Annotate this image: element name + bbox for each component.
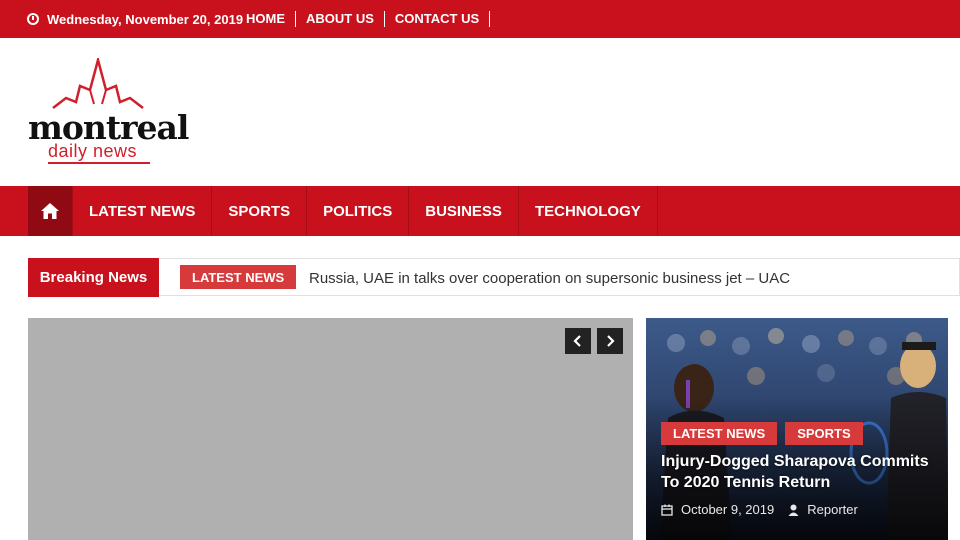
current-date: Wednesday, November 20, 2019 [27, 0, 243, 38]
article-date: October 9, 2019 [681, 502, 775, 517]
breaking-news-category[interactable]: LATEST NEWS [180, 265, 297, 289]
chevron-right-icon [607, 335, 615, 347]
top-bar: Wednesday, November 20, 2019 HOME ABOUT … [0, 0, 960, 38]
top-link-about[interactable]: ABOUT US [296, 11, 385, 27]
nav-item-technology[interactable]: TECHNOLOGY [519, 186, 658, 236]
featured-article[interactable]: LATEST NEWS SPORTS Injury-Dogged Sharapo… [646, 318, 948, 540]
top-link-contact[interactable]: CONTACT US [385, 11, 491, 27]
site-header: montreal daily news [0, 38, 960, 186]
clock-icon [27, 13, 39, 25]
slider-next-button[interactable] [597, 328, 623, 354]
article-author[interactable]: Reporter [807, 502, 858, 517]
site-logo[interactable]: montreal daily news [28, 58, 189, 168]
nav-item-latest-news[interactable]: LATEST NEWS [73, 186, 213, 236]
main-nav: LATEST NEWS SPORTS POLITICS BUSINESS TEC… [0, 186, 960, 236]
nav-link-business[interactable]: BUSINESS [409, 203, 518, 220]
article-title[interactable]: Injury-Dogged Sharapova Commits To 2020 … [661, 451, 941, 493]
article-meta: October 9, 2019 Reporter [661, 502, 858, 517]
breaking-news-ticker: Breaking News LATEST NEWS Russia, UAE in… [28, 258, 960, 297]
nav-link-latest-news[interactable]: LATEST NEWS [73, 203, 211, 220]
calendar-icon [661, 504, 673, 516]
top-links: HOME ABOUT US CONTACT US [236, 0, 491, 38]
breaking-news-headline[interactable]: Russia, UAE in talks over cooperation on… [309, 259, 790, 297]
nav-link-sports[interactable]: SPORTS [212, 203, 306, 220]
logo-subtitle: daily news [48, 141, 138, 161]
user-icon [788, 504, 799, 516]
slider-prev-button[interactable] [565, 328, 591, 354]
article-tags: LATEST NEWS SPORTS [661, 422, 871, 445]
nav-home[interactable] [28, 186, 73, 236]
nav-link-technology[interactable]: TECHNOLOGY [519, 203, 657, 220]
top-link-home[interactable]: HOME [236, 11, 296, 27]
home-icon [41, 203, 59, 219]
date-text: Wednesday, November 20, 2019 [47, 11, 244, 27]
breaking-news-label: Breaking News [28, 258, 159, 297]
chevron-left-icon [573, 335, 581, 347]
nav-item-sports[interactable]: SPORTS [212, 186, 308, 236]
maple-leaf-icon [52, 58, 144, 109]
article-tag-sports[interactable]: SPORTS [785, 422, 863, 445]
article-tag-latest-news[interactable]: LATEST NEWS [661, 422, 778, 445]
nav-link-politics[interactable]: POLITICS [307, 203, 408, 220]
main-slider[interactable] [28, 318, 633, 540]
nav-item-business[interactable]: BUSINESS [409, 186, 519, 236]
nav-item-politics[interactable]: POLITICS [307, 186, 410, 236]
logo-underline [48, 162, 150, 164]
